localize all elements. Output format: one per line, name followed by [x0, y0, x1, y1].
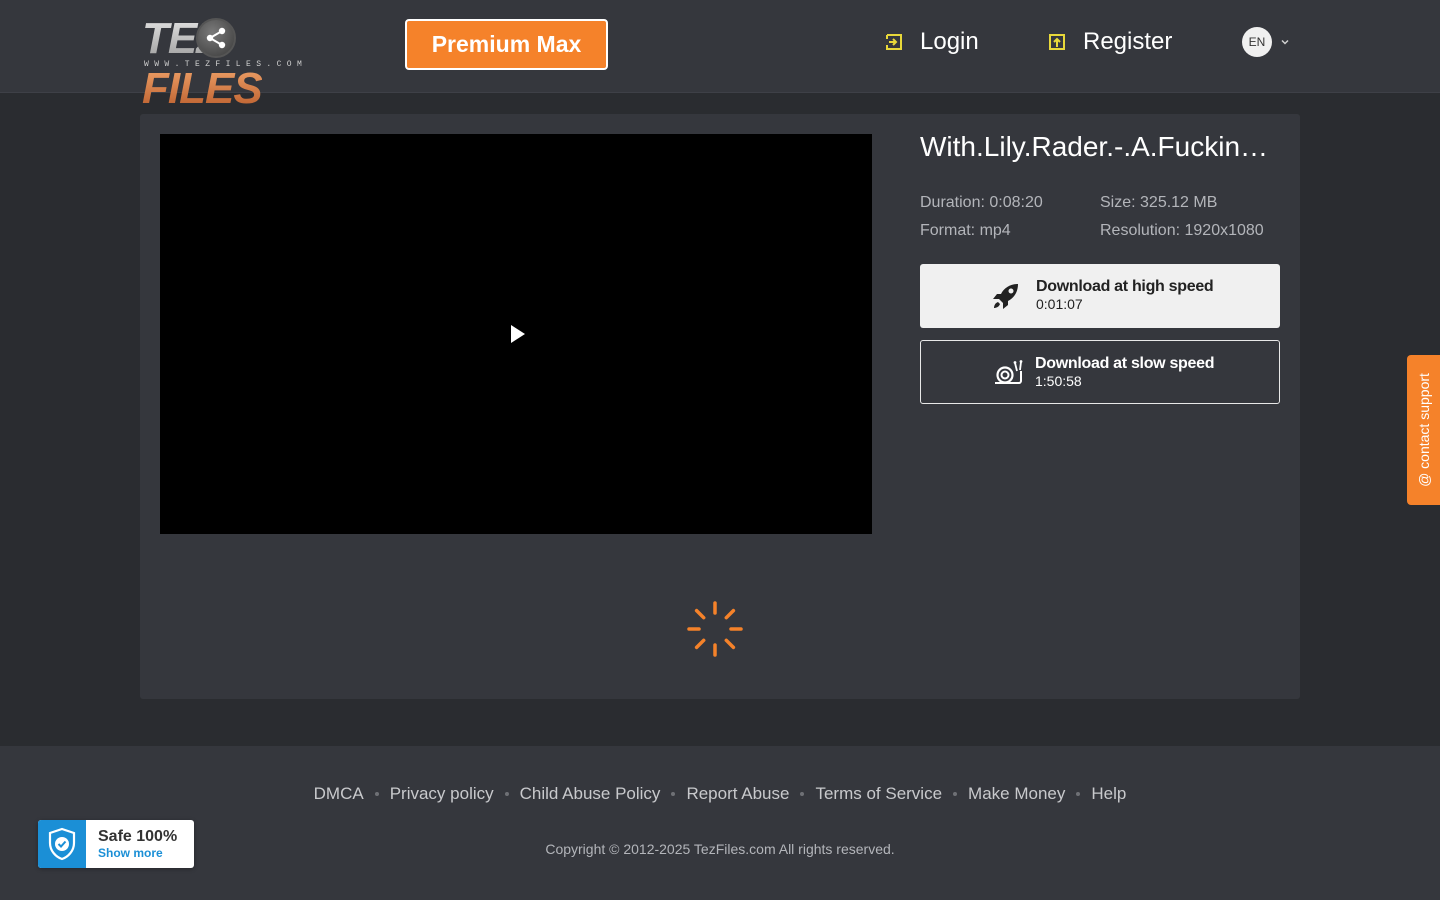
copyright-text: Copyright © 2012-2025 TezFiles.com All r… — [545, 841, 895, 857]
share-logo-icon — [196, 18, 236, 58]
download-slow-time: 1:50:58 — [1035, 373, 1082, 389]
language-badge: EN — [1242, 27, 1272, 57]
separator-dot — [671, 792, 676, 796]
separator-dot — [953, 792, 958, 796]
video-player[interactable] — [160, 134, 872, 534]
footer-links: DMCA Privacy policy Child Abuse Policy R… — [0, 784, 1440, 804]
footer-link-privacy[interactable]: Privacy policy — [390, 784, 494, 804]
file-size: Size: 325.12 MB — [1100, 194, 1218, 211]
separator-dot — [1076, 792, 1081, 796]
site-footer: DMCA Privacy policy Child Abuse Policy R… — [0, 746, 1440, 900]
loading-spinner-icon — [687, 601, 743, 657]
separator-dot — [374, 792, 379, 796]
register-label: Register — [1083, 28, 1173, 55]
file-title: With.Lily.Rader.-.A.Fucking.Good.Time.mp… — [920, 131, 1280, 162]
footer-link-report-abuse[interactable]: Report Abuse — [686, 784, 789, 804]
site-header: TEZFILES WWW.TEZFILES.COM Premium Max Lo… — [0, 0, 1440, 113]
download-high-speed-button[interactable]: Download at high speed 0:01:07 — [920, 264, 1280, 328]
login-label: Login — [920, 28, 979, 55]
shield-check-icon — [38, 820, 86, 868]
file-format: Format: mp4 — [920, 222, 1011, 239]
rocket-icon — [993, 284, 1018, 309]
premium-max-button[interactable]: Premium Max — [405, 19, 608, 70]
logo-subtitle: WWW.TEZFILES.COM — [144, 60, 308, 69]
register-icon — [1049, 34, 1065, 50]
register-link[interactable]: Register — [1047, 26, 1172, 58]
language-selector[interactable]: EN — [1242, 27, 1290, 57]
safe-show-more[interactable]: Show more — [98, 846, 177, 861]
tezfiles-logo[interactable]: TEZFILES WWW.TEZFILES.COM — [142, 14, 334, 113]
file-resolution: Resolution: 1920x1080 — [1100, 222, 1264, 239]
footer-link-child-abuse[interactable]: Child Abuse Policy — [520, 784, 661, 804]
contact-support-tab[interactable]: @ contact support — [1407, 355, 1440, 505]
safe-title: Safe 100% — [98, 828, 178, 845]
file-card: With.Lily.Rader.-.A.Fucking.Good.Time.mp… — [140, 114, 1300, 699]
contact-support-label: @ contact support — [1415, 373, 1432, 487]
chevron-down-icon — [1281, 39, 1289, 45]
download-high-time: 0:01:07 — [1036, 296, 1083, 312]
footer-link-terms[interactable]: Terms of Service — [815, 784, 942, 804]
footer-link-make-money[interactable]: Make Money — [968, 784, 1065, 804]
separator-dot — [800, 792, 805, 796]
file-duration: Duration: 0:08:20 — [920, 194, 1043, 211]
play-icon[interactable] — [510, 324, 526, 344]
download-high-label: Download at high speed — [1036, 278, 1214, 295]
login-icon — [886, 34, 902, 50]
separator-dot — [504, 792, 509, 796]
safe-badge[interactable]: Safe 100% Show more — [38, 820, 194, 868]
download-slow-label: Download at slow speed — [1035, 355, 1215, 372]
snail-icon — [995, 360, 1023, 384]
footer-link-dmca[interactable]: DMCA — [314, 784, 364, 804]
download-slow-speed-button[interactable]: Download at slow speed 1:50:58 — [920, 340, 1280, 404]
login-link[interactable]: Login — [884, 26, 979, 58]
footer-link-help[interactable]: Help — [1091, 784, 1126, 804]
